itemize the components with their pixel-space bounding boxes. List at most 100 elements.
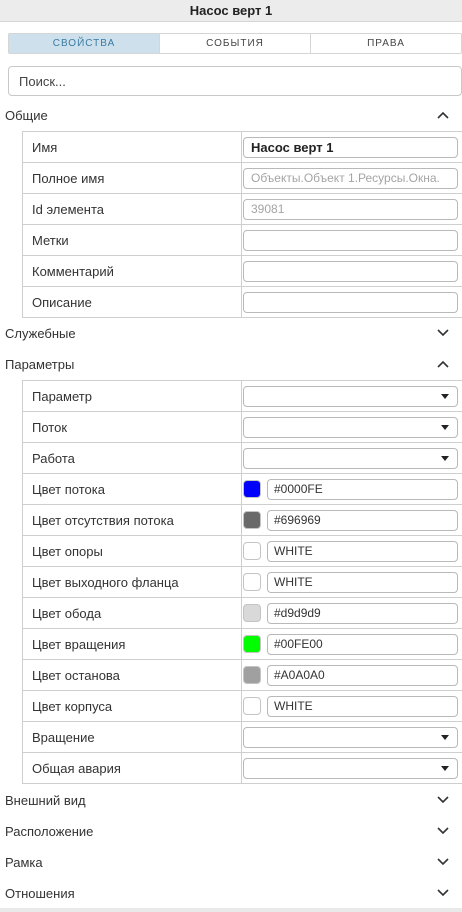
color-swatch[interactable] [243, 635, 261, 653]
property-row-body-color: Цвет корпуса WHITE [23, 691, 462, 722]
property-row-support-color: Цвет опоры WHITE [23, 536, 462, 567]
property-row-outlet-flange-color: Цвет выходного фланца WHITE [23, 567, 462, 598]
flow-color-field[interactable]: #0000FE [267, 478, 458, 500]
property-row-tags: Метки [23, 225, 462, 256]
property-label: Полное имя [23, 163, 242, 193]
chevron-down-icon[interactable] [436, 824, 450, 838]
params-properties-grid: Параметр Поток Работа Цвет потока #0000F… [22, 380, 462, 784]
section-appearance-title: Внешний вид [5, 792, 86, 808]
property-row-stop-color: Цвет останова #A0A0A0 [23, 660, 462, 691]
property-row-rim-color: Цвет обода #d9d9d9 [23, 598, 462, 629]
section-service-title: Служебные [5, 325, 76, 341]
section-relations-header[interactable]: Отношения [0, 878, 462, 908]
property-row-description: Описание [23, 287, 462, 318]
chevron-up-icon[interactable] [436, 357, 450, 371]
property-label: Цвет останова [23, 660, 242, 690]
section-params-header[interactable]: Параметры [0, 349, 462, 379]
panel-title: Насос верт 1 [0, 0, 462, 22]
color-swatch[interactable] [243, 480, 261, 498]
section-frame-header[interactable]: Рамка [0, 847, 462, 877]
element-id-field: 39081 [243, 198, 458, 220]
property-label: Цвет отсутствия потока [23, 505, 242, 535]
tab-events[interactable]: СОБЫТИЯ [160, 34, 311, 53]
dropdown-caret-icon [441, 765, 449, 771]
property-label: Цвет опоры [23, 536, 242, 566]
dropdown-caret-icon [441, 734, 449, 740]
chevron-up-icon[interactable] [436, 108, 450, 122]
dropdown-caret-icon [441, 393, 449, 399]
property-row-parameter: Параметр [23, 381, 462, 412]
rotation-select[interactable] [243, 726, 458, 748]
section-placement-title: Расположение [5, 823, 94, 839]
property-row-no-flow-color: Цвет отсутствия потока #696969 [23, 505, 462, 536]
property-row-flow: Поток [23, 412, 462, 443]
outlet-flange-color-field[interactable]: WHITE [267, 571, 458, 593]
property-label: Параметр [23, 381, 242, 411]
body-color-field[interactable]: WHITE [267, 695, 458, 717]
section-params-title: Параметры [5, 356, 75, 372]
property-row-rotation: Вращение [23, 722, 462, 753]
section-service-header[interactable]: Служебные [0, 318, 462, 348]
color-swatch[interactable] [243, 697, 261, 715]
tab-properties[interactable]: СВОЙСТВА [9, 34, 160, 53]
property-label: Поток [23, 412, 242, 442]
section-relations-title: Отношения [5, 885, 75, 901]
section-appearance-header[interactable]: Внешний вид [0, 785, 462, 815]
search-input[interactable]: Поиск... [8, 66, 462, 96]
chevron-down-icon[interactable] [436, 793, 450, 807]
tags-field[interactable] [243, 229, 458, 251]
rotation-color-field[interactable]: #00FE00 [267, 633, 458, 655]
property-row-element-id: Id элемента 39081 [23, 194, 462, 225]
property-label: Цвет корпуса [23, 691, 242, 721]
general-alarm-select[interactable] [243, 757, 458, 779]
dropdown-caret-icon [441, 424, 449, 430]
comment-field[interactable] [243, 260, 458, 282]
chevron-down-icon[interactable] [436, 886, 450, 900]
dropdown-caret-icon [441, 455, 449, 461]
work-select[interactable] [243, 447, 458, 469]
property-row-name: Имя Насос верт 1 [23, 132, 462, 163]
property-label: Имя [23, 132, 242, 162]
chevron-down-icon[interactable] [436, 326, 450, 340]
name-field[interactable]: Насос верт 1 [243, 136, 458, 158]
property-row-flow-color: Цвет потока #0000FE [23, 474, 462, 505]
color-swatch[interactable] [243, 604, 261, 622]
section-general-header[interactable]: Общие [0, 100, 462, 130]
property-label: Работа [23, 443, 242, 473]
color-swatch[interactable] [243, 511, 261, 529]
tab-bar: СВОЙСТВА СОБЫТИЯ ПРАВА [8, 33, 462, 54]
property-label: Цвет потока [23, 474, 242, 504]
section-placement-header[interactable]: Расположение [0, 816, 462, 846]
stop-color-field[interactable]: #A0A0A0 [267, 664, 458, 686]
section-frame-title: Рамка [5, 854, 43, 870]
color-swatch[interactable] [243, 573, 261, 591]
property-row-rotation-color: Цвет вращения #00FE00 [23, 629, 462, 660]
no-flow-color-field[interactable]: #696969 [267, 509, 458, 531]
property-label: Цвет вращения [23, 629, 242, 659]
property-label: Цвет обода [23, 598, 242, 628]
color-swatch[interactable] [243, 542, 261, 560]
parameter-select[interactable] [243, 385, 458, 407]
flow-select[interactable] [243, 416, 458, 438]
property-label: Комментарий [23, 256, 242, 286]
description-field[interactable] [243, 291, 458, 313]
property-row-general-alarm: Общая авария [23, 753, 462, 784]
property-label: Вращение [23, 722, 242, 752]
full-name-field: Объекты.Объект 1.Ресурсы.Окна. [243, 167, 458, 189]
rim-color-field[interactable]: #d9d9d9 [267, 602, 458, 624]
tab-rights[interactable]: ПРАВА [311, 34, 461, 53]
property-row-work: Работа [23, 443, 462, 474]
property-label: Описание [23, 287, 242, 317]
general-properties-grid: Имя Насос верт 1 Полное имя Объекты.Объе… [22, 131, 462, 318]
chevron-down-icon[interactable] [436, 855, 450, 869]
bottom-edge [0, 908, 462, 912]
color-swatch[interactable] [243, 666, 261, 684]
property-label: Id элемента [23, 194, 242, 224]
support-color-field[interactable]: WHITE [267, 540, 458, 562]
section-general-title: Общие [5, 107, 48, 123]
property-label: Общая авария [23, 753, 242, 783]
property-label: Цвет выходного фланца [23, 567, 242, 597]
property-row-comment: Комментарий [23, 256, 462, 287]
property-label: Метки [23, 225, 242, 255]
property-row-full-name: Полное имя Объекты.Объект 1.Ресурсы.Окна… [23, 163, 462, 194]
